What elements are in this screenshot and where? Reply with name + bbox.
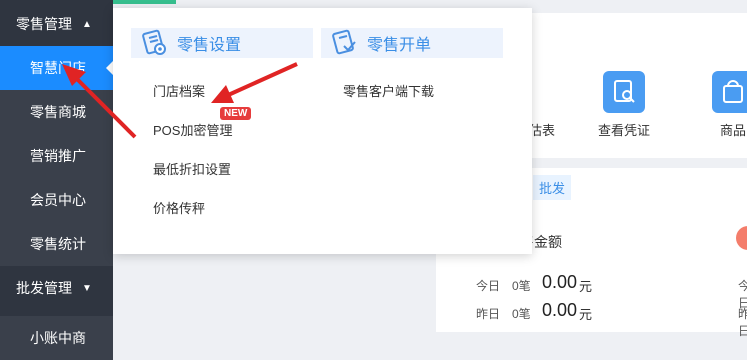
top-accent-strip <box>113 0 176 4</box>
sidebar-item-marketing[interactable]: 营销推广 <box>0 134 113 178</box>
tab-wholesale[interactable]: 批发 <box>533 175 572 200</box>
yesterday-label-right: 昨日 <box>738 307 747 338</box>
stat-avatar-icon <box>736 226 747 250</box>
settings-doc-icon <box>139 28 169 58</box>
goods-label[interactable]: 商品 <box>720 120 746 139</box>
yesterday-count: 0笔 <box>512 307 531 321</box>
view-voucher-icon[interactable] <box>603 71 645 113</box>
sidebar-item-label: 零售统计 <box>30 236 86 252</box>
sidebar-item-label: 会员中心 <box>30 192 86 208</box>
smart-store-flyout: 零售设置 零售开单 门店档案 POS加密管理 NEW 最低折扣设置 价格传秤 零… <box>113 8 532 254</box>
sidebar-item-retail-mall[interactable]: 零售商城 <box>0 90 113 134</box>
today-label: 今日 <box>476 279 501 293</box>
yesterday-currency: 元 <box>579 307 593 322</box>
sidebar-item-label: 智慧门店 <box>30 60 86 76</box>
sidebar-item-label: 营销推广 <box>30 148 86 164</box>
retail-settings-header: 零售设置 <box>131 28 313 58</box>
new-badge: NEW <box>220 107 252 120</box>
goods-icon[interactable] <box>712 71 747 113</box>
sidebar-item-retail-stats[interactable]: 零售统计 <box>0 222 113 266</box>
sidebar-item-smart-store[interactable]: 智慧门店 <box>0 46 113 90</box>
sidebar-item-member-center[interactable]: 会员中心 <box>0 178 113 222</box>
sidebar-item-label: 小账中商 <box>30 330 86 346</box>
sidebar-group-wholesale[interactable]: 批发管理 ▼ <box>0 266 113 310</box>
pos-encryption-link[interactable]: POS加密管理 <box>153 120 232 139</box>
price-scale-link[interactable]: 价格传秤 <box>153 198 205 217</box>
retail-settings-title: 零售设置 <box>177 37 242 54</box>
retail-billing-title: 零售开单 <box>367 37 432 54</box>
min-discount-link[interactable]: 最低折扣设置 <box>153 159 231 178</box>
yesterday-amount: 0.00 <box>542 300 578 320</box>
yesterday-label: 昨日 <box>476 307 501 321</box>
today-count: 0笔 <box>512 279 531 293</box>
sidebar-item-label: 零售商城 <box>30 104 86 120</box>
sidebar-group-wholesale-label: 批发管理 <box>16 280 72 296</box>
view-voucher-label[interactable]: 查看凭证 <box>598 120 650 139</box>
today-currency: 元 <box>579 279 593 294</box>
retail-billing-header: 零售开单 <box>321 28 503 58</box>
sidebar-group-retail[interactable]: 零售管理 ▲ <box>0 2 113 46</box>
sidebar-item-partial[interactable]: 小账中商 <box>0 316 113 360</box>
sidebar-group-retail-label: 零售管理 <box>16 16 72 32</box>
chevron-up-icon: ▲ <box>82 18 92 30</box>
sidebar: 零售管理 ▲ 智慧门店 零售商城 营销推广 会员中心 零售统计 批发管理 ▼ 小… <box>0 0 113 360</box>
chevron-down-icon: ▼ <box>82 282 92 294</box>
today-amount: 0.00 <box>542 272 578 292</box>
retail-client-download-link[interactable]: 零售客户端下载 <box>343 81 434 100</box>
billing-doc-icon <box>329 28 359 58</box>
store-archive-link[interactable]: 门店档案 <box>153 81 205 100</box>
shortcut-label-partial[interactable]: 估表 <box>529 120 555 139</box>
